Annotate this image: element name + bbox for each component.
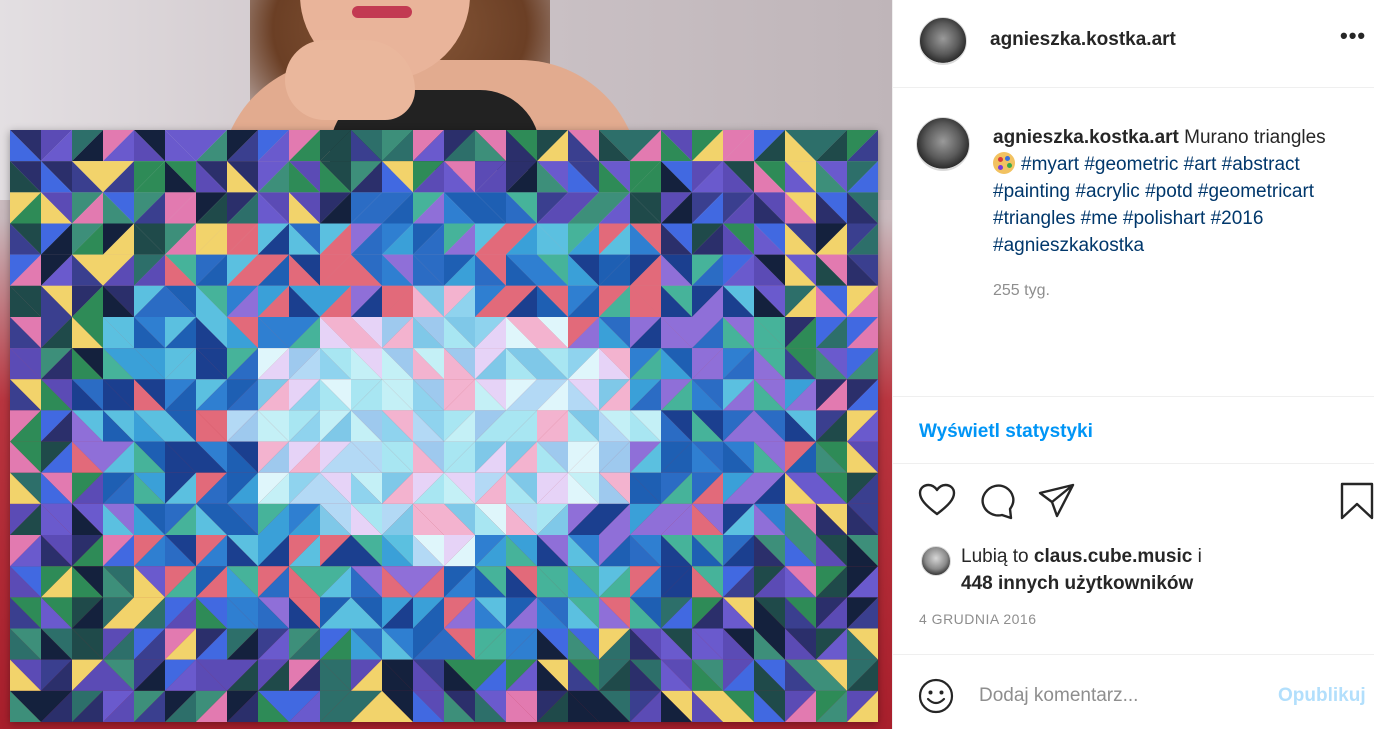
publish-button[interactable]: Opublikuj	[1278, 685, 1366, 707]
comment-icon[interactable]	[977, 481, 1017, 521]
hashtag-link[interactable]: #myart	[1021, 154, 1079, 175]
comment-input[interactable]	[977, 677, 1261, 715]
hashtag-link[interactable]: #geometric	[1084, 154, 1178, 175]
likes-others[interactable]: 448 innych użytkowników	[961, 573, 1193, 595]
bookmark-icon[interactable]	[1337, 481, 1374, 521]
photo-hand	[285, 40, 415, 120]
likes-line-1: Lubią to claus.cube.music i	[961, 546, 1202, 568]
likes-conj: i	[1197, 546, 1202, 567]
heart-icon[interactable]	[917, 481, 957, 521]
share-icon[interactable]	[1037, 481, 1077, 521]
author-avatar[interactable]	[919, 17, 967, 65]
hashtag-link[interactable]: #geometricart	[1198, 181, 1314, 202]
post-date[interactable]: 4 GRUDNIA 2016	[919, 611, 1037, 627]
painting-triangles	[10, 130, 878, 722]
caption-age: 255 tyg.	[993, 282, 1050, 299]
author-username[interactable]: agnieszka.kostka.art	[990, 29, 1176, 51]
hashtag-link[interactable]: #polishart	[1123, 208, 1205, 229]
view-stats-link[interactable]: Wyświetl statystyki	[919, 421, 1093, 443]
caption-hashtags: #myart #geometric #art #abstract #painti…	[993, 154, 1314, 256]
action-bar	[893, 463, 1374, 543]
painting-canvas	[10, 130, 878, 722]
liker-username[interactable]: claus.cube.music	[1034, 546, 1192, 567]
caption-body: Murano triangles	[1184, 127, 1326, 148]
hashtag-link[interactable]: #triangles	[993, 208, 1075, 229]
emoji-smile-icon[interactable]	[917, 677, 955, 715]
hashtag-link[interactable]: #potd	[1145, 181, 1193, 202]
photo-lips	[352, 6, 412, 18]
hashtag-link[interactable]: #me	[1081, 208, 1118, 229]
hashtag-link[interactable]: #2016	[1211, 208, 1264, 229]
hashtag-link[interactable]: #painting	[993, 181, 1070, 202]
post-header: agnieszka.kostka.art •••	[893, 0, 1374, 88]
liker-avatar[interactable]	[921, 546, 951, 576]
likes-prefix: Lubią to	[961, 546, 1029, 567]
caption-avatar[interactable]	[916, 117, 970, 171]
hashtag-link[interactable]: #art	[1184, 154, 1217, 175]
post-image[interactable]	[0, 0, 892, 729]
view-stats-row: Wyświetl statystyki	[893, 396, 1374, 464]
more-options-icon[interactable]: •••	[1340, 25, 1366, 49]
caption-username[interactable]: agnieszka.kostka.art	[993, 127, 1179, 148]
comment-bar: Opublikuj	[893, 654, 1374, 730]
caption-block: agnieszka.kostka.art Murano triangles #m…	[893, 88, 1374, 398]
post-sidebar: agnieszka.kostka.art ••• agnieszka.kostk…	[892, 0, 1374, 729]
likes-row: Lubią to claus.cube.music i 448 innych u…	[893, 540, 1374, 600]
hashtag-link[interactable]: #agnieszkakostka	[993, 235, 1144, 256]
caption-text: agnieszka.kostka.art Murano triangles #m…	[993, 124, 1363, 259]
hashtag-link[interactable]: #abstract	[1222, 154, 1300, 175]
artist-palette-icon	[993, 152, 1015, 174]
hashtag-link[interactable]: #acrylic	[1075, 181, 1139, 202]
